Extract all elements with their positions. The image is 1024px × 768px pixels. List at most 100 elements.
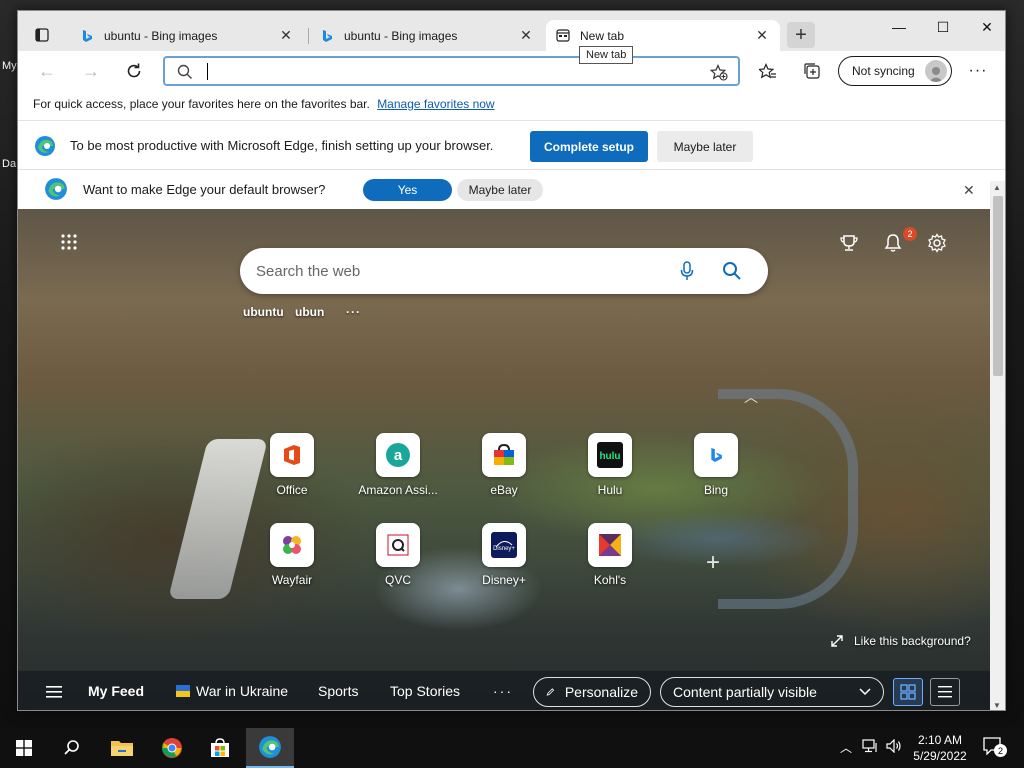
tab-title: ubuntu - Bing images [344,28,458,43]
expand-icon [831,635,843,647]
collections-icon [804,63,820,79]
scroll-down-icon[interactable]: ▼ [993,701,1001,710]
web-search-box[interactable]: Search the web [240,248,768,294]
more-searches-icon[interactable]: ··· [346,305,361,319]
folder-icon [111,741,133,756]
quick-link-office[interactable]: Office [252,433,332,497]
quick-link-bing[interactable]: Bing [676,433,756,497]
favorites-button[interactable] [754,58,782,84]
personalize-button[interactable]: Personalize [533,677,651,707]
grid-view-button[interactable] [893,678,923,706]
address-bar[interactable] [163,56,740,86]
collections-button[interactable] [798,58,826,84]
tile-label: Amazon Assi... [358,483,438,497]
recent-search-ubuntu[interactable]: ubuntu [243,305,284,319]
profile-sync-button[interactable]: Not syncing [838,56,952,86]
back-button[interactable]: ← [32,57,62,85]
setup-message: To be most productive with Microsoft Edg… [70,138,494,153]
chrome-icon [161,738,182,758]
action-center-button[interactable]: 2 [983,737,1007,759]
close-banner-icon[interactable]: ✕ [963,182,975,199]
feed-more-icon[interactable]: ··· [493,683,513,699]
background-river [718,389,858,609]
set-default-yes-button[interactable]: Yes [363,179,452,201]
search-icon[interactable] [722,261,742,281]
quick-link-qvc[interactable]: QVC [358,523,438,587]
rewards-trophy-icon [840,235,858,251]
collapse-tiles-icon[interactable]: ︿ [744,387,758,407]
minimize-button[interactable]: — [877,15,921,39]
refresh-button[interactable] [119,57,149,85]
feed-tab-label: War in Ukraine [196,683,289,699]
quick-link-ebay[interactable]: eBay [464,433,544,497]
feed-tab-top-stories[interactable]: Top Stories [390,683,460,699]
microphone-icon[interactable] [680,261,694,281]
set-default-later-button[interactable]: Maybe later [457,179,543,201]
refresh-icon [127,63,141,78]
rewards-button[interactable] [837,231,861,255]
browser-window: ubuntu - Bing images ✕ ubuntu - Bing ima… [17,10,1006,711]
back-arrow-icon: ← [38,60,56,81]
avatar [925,60,947,82]
maximize-icon: ☐ [936,18,950,35]
tab-ubuntu-bing-2[interactable]: ubuntu - Bing images ✕ [310,20,544,51]
complete-setup-button[interactable]: Complete setup [530,131,648,162]
like-background-button[interactable]: Like this background? [830,634,971,648]
taskbar-search-button[interactable] [48,728,96,768]
notifications-button[interactable] [881,231,905,255]
my-feed-tab[interactable]: My Feed [88,683,144,699]
settings-and-more-button[interactable]: ··· [964,58,992,84]
close-window-button[interactable]: ✕ [965,15,1005,39]
quick-link-disney-plus[interactable]: Disney+ Disney+ [464,523,544,587]
forward-button[interactable]: → [76,57,106,85]
tile-label: Wayfair [271,573,313,587]
microsoft-store-button[interactable] [196,728,244,768]
add-quick-link-icon[interactable]: + [706,549,720,577]
desktop-icon-label[interactable]: My [2,60,17,72]
start-button[interactable] [0,728,48,768]
maybe-later-button[interactable]: Maybe later [657,131,753,162]
scroll-up-icon[interactable]: ▲ [993,183,1001,192]
maximize-button[interactable]: ☐ [921,15,965,39]
new-tab-icon [556,29,570,43]
edge-logo-icon [259,736,281,758]
quick-link-amazon-assistant[interactable]: a Amazon Assi... [358,433,438,497]
chrome-button[interactable] [148,728,196,768]
close-tab-icon[interactable]: ✕ [278,27,294,44]
volume-icon[interactable] [886,738,902,756]
edge-taskbar-button[interactable] [246,728,294,768]
feed-tab-war-in-ukraine[interactable]: War in Ukraine [176,683,288,699]
feed-menu-button[interactable] [46,685,62,701]
show-hidden-icons-button[interactable]: ︿ [840,739,852,756]
quick-link-wayfair[interactable]: Wayfair [252,523,332,587]
add-favorite-icon[interactable] [710,64,728,81]
file-explorer-button[interactable] [98,728,146,768]
recent-search-ubun[interactable]: ubun [295,305,324,319]
close-tab-icon[interactable]: ✕ [754,27,770,44]
feed-tab-sports[interactable]: Sports [318,683,358,699]
favorites-bar-hint: For quick access, place your favorites h… [33,97,370,111]
edge-logo-icon [34,135,56,160]
close-tab-icon[interactable]: ✕ [518,27,534,44]
quick-link-kohls[interactable]: Kohl's [570,523,650,587]
wayfair-icon [270,523,314,567]
content-visibility-dropdown[interactable]: Content partially visible [660,677,884,707]
new-tab-page: 2 Search the web ubuntu ubun ··· ︿ Offic… [18,209,990,710]
scrollbar-thumb[interactable] [993,196,1003,376]
desktop-icon-label[interactable]: Da [2,158,16,170]
page-scrollbar[interactable]: ▲ ▼ [990,181,1005,710]
grid-view-icon [900,684,916,700]
tab-ubuntu-bing-1[interactable]: ubuntu - Bing images ✕ [70,20,304,51]
bing-icon [694,433,738,477]
tile-label: Hulu [597,483,623,497]
new-tab-button[interactable]: + [787,22,815,48]
list-view-button[interactable] [930,678,960,706]
tab-actions-button[interactable] [28,23,56,47]
manage-favorites-link[interactable]: Manage favorites now [377,97,494,111]
system-clock[interactable]: 2:10 AM 5/29/2022 [912,732,968,764]
page-settings-button[interactable] [925,231,949,255]
chevron-down-icon [859,688,871,696]
app-launcher-button[interactable] [60,233,78,254]
network-icon[interactable] [862,739,878,756]
quick-link-hulu[interactable]: hulu Hulu [570,433,650,497]
